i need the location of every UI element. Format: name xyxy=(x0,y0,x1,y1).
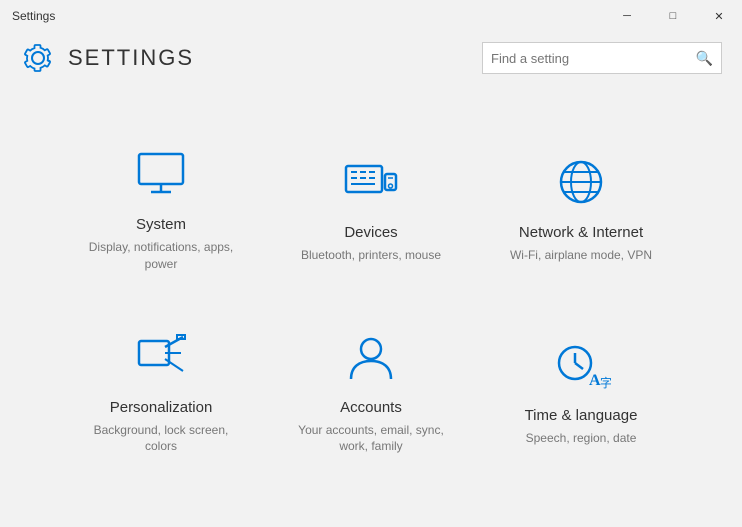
settings-item-network[interactable]: Network & Internet Wi-Fi, airplane mode,… xyxy=(481,120,681,293)
settings-item-time[interactable]: A 字 Time & language Speech, region, date xyxy=(481,303,681,476)
personalization-icon xyxy=(131,327,191,387)
title-bar: Settings ─ □ ✕ xyxy=(0,0,742,32)
devices-icon xyxy=(341,152,401,212)
accounts-title: Accounts xyxy=(340,399,402,416)
network-desc: Wi-Fi, airplane mode, VPN xyxy=(510,247,652,264)
window: Settings ─ □ ✕ SETTINGS 🔍 xyxy=(0,0,742,527)
devices-title: Devices xyxy=(344,224,397,241)
time-icon: A 字 xyxy=(551,335,611,395)
header-left: SETTINGS xyxy=(20,40,194,76)
maximize-button[interactable]: □ xyxy=(650,0,696,32)
gear-icon xyxy=(20,40,56,76)
network-icon xyxy=(551,152,611,212)
settings-item-accounts[interactable]: Accounts Your accounts, email, sync, wor… xyxy=(271,303,471,476)
accounts-icon xyxy=(341,327,401,387)
search-input[interactable] xyxy=(491,51,696,66)
close-button[interactable]: ✕ xyxy=(696,0,742,32)
devices-desc: Bluetooth, printers, mouse xyxy=(301,247,441,264)
settings-item-personalization[interactable]: Personalization Background, lock screen,… xyxy=(61,303,261,476)
settings-grid: System Display, notifications, apps, pow… xyxy=(61,120,681,475)
search-icon: 🔍 xyxy=(696,50,713,67)
accounts-desc: Your accounts, email, sync, work, family xyxy=(287,422,455,456)
personalization-desc: Background, lock screen, colors xyxy=(77,422,245,456)
settings-item-devices[interactable]: Devices Bluetooth, printers, mouse xyxy=(271,120,471,293)
page-title: SETTINGS xyxy=(68,45,194,71)
title-bar-controls: ─ □ ✕ xyxy=(604,0,742,32)
network-title: Network & Internet xyxy=(519,224,643,241)
search-box[interactable]: 🔍 xyxy=(482,42,722,74)
personalization-title: Personalization xyxy=(110,399,213,416)
system-desc: Display, notifications, apps, power xyxy=(77,239,245,273)
minimize-button[interactable]: ─ xyxy=(604,0,650,32)
title-bar-text: Settings xyxy=(12,9,55,23)
settings-item-system[interactable]: System Display, notifications, apps, pow… xyxy=(61,120,261,293)
main-content: System Display, notifications, apps, pow… xyxy=(0,88,742,527)
system-title: System xyxy=(136,216,186,233)
time-desc: Speech, region, date xyxy=(526,430,637,447)
svg-text:字: 字 xyxy=(600,375,611,390)
time-title: Time & language xyxy=(525,407,638,424)
header: SETTINGS 🔍 xyxy=(0,32,742,88)
system-icon xyxy=(131,144,191,204)
